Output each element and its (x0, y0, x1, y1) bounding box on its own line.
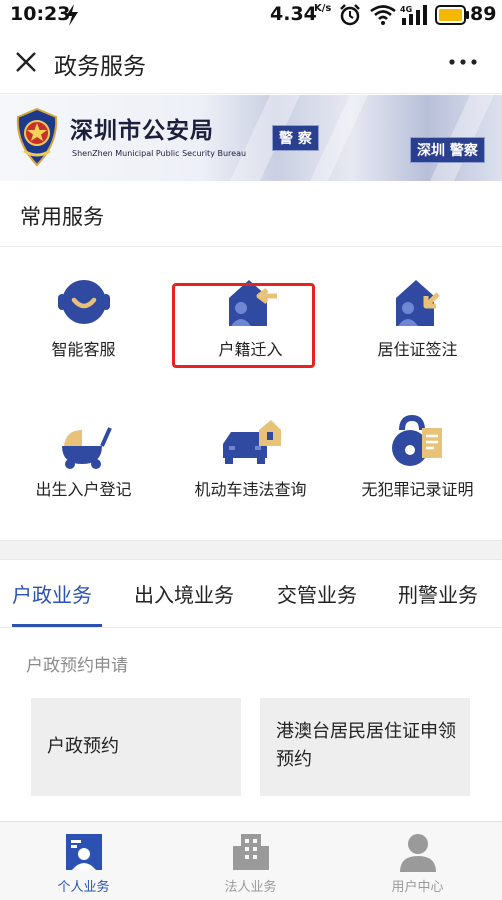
service-smart-customer-service[interactable]: 智能客服 (0, 248, 167, 382)
tab-household[interactable]: 户政业务 (12, 579, 92, 608)
customer-service-icon (57, 280, 110, 324)
nav-bar: 政务服务 (0, 30, 502, 94)
common-services-header: 常用服务 (0, 181, 502, 247)
battery-level: 89 (470, 3, 497, 25)
highlight-box (172, 283, 315, 368)
card-label: 港澳台居民居住证申领预约 (276, 721, 456, 770)
status-bar: 10:23 4.34 K/s 4G 89 (0, 0, 502, 30)
subsection-title: 户政预约申请 (26, 656, 128, 676)
user-icon (399, 834, 436, 872)
section-divider (0, 540, 502, 560)
wifi-icon (370, 5, 396, 25)
bottom-nav-label: 法人业务 (224, 880, 277, 895)
card-hmt-residence-permit-appointment[interactable]: 港澳台居民居住证申领预约 (260, 698, 470, 796)
police-emblem-icon (16, 107, 58, 167)
signal-4g-icon: 4G (400, 5, 427, 25)
vehicle-violation-icon (222, 420, 281, 464)
more-dots-icon[interactable] (448, 58, 478, 66)
network-speed-unit: K/s (314, 3, 332, 14)
page-title: 政务服务 (54, 54, 146, 80)
police-bureau-banner: 深圳市公安局 ShenZhen Municipal Public Securit… (0, 95, 502, 181)
charging-bolt-icon (66, 4, 78, 26)
residence-permit-icon (395, 280, 440, 326)
business-tabs: 户政业务 出入境业务 交管业务 刑警业务 (0, 560, 502, 628)
building-icon (232, 834, 269, 870)
network-speed: 4.34 (270, 3, 317, 25)
service-label: 出生入户登记 (35, 480, 132, 499)
close-icon[interactable] (12, 48, 40, 76)
tab-criminal[interactable]: 刑警业务 (398, 579, 478, 608)
common-services-title: 常用服务 (20, 205, 104, 229)
status-time: 10:23 (10, 3, 71, 25)
birth-registration-icon (61, 427, 112, 469)
tab-traffic[interactable]: 交管业务 (277, 579, 357, 608)
alarm-icon (340, 4, 360, 26)
card-label: 户政预约 (47, 736, 119, 757)
svg-text:4G: 4G (400, 5, 412, 14)
tab-exit-entry[interactable]: 出入境业务 (134, 579, 234, 608)
service-no-criminal-record[interactable]: 无犯罪记录证明 (334, 388, 501, 522)
bottom-nav: 个人业务 法人业务 用户中心 (0, 821, 502, 900)
service-vehicle-violation-query[interactable]: 机动车违法查询 (167, 388, 334, 522)
card-household-appointment[interactable]: 户政预约 (31, 698, 241, 796)
service-label: 机动车违法查询 (194, 480, 307, 499)
service-birth-registration[interactable]: 出生入户登记 (0, 388, 167, 522)
bottom-nav-corporate[interactable]: 法人业务 (167, 822, 334, 900)
service-label: 无犯罪记录证明 (361, 480, 474, 499)
bottom-nav-label: 用户中心 (391, 880, 444, 895)
banner-subtitle: ShenZhen Municipal Public Security Burea… (72, 149, 247, 158)
service-residence-permit[interactable]: 居住证签注 (334, 248, 501, 382)
bottom-nav-label: 个人业务 (57, 880, 110, 895)
bottom-nav-user-center[interactable]: 用户中心 (334, 822, 501, 900)
banner-sign-left: 警 察 (272, 125, 319, 151)
personal-business-icon (65, 834, 102, 870)
service-label: 智能客服 (51, 340, 116, 359)
bottom-nav-personal[interactable]: 个人业务 (0, 822, 167, 900)
banner-sign-right: 深圳 警察 (410, 137, 485, 163)
banner-title: 深圳市公安局 (70, 118, 214, 144)
battery-icon (435, 5, 469, 25)
tab-active-indicator (12, 624, 102, 627)
no-criminal-record-icon (391, 414, 442, 466)
service-label: 居住证签注 (377, 340, 458, 359)
